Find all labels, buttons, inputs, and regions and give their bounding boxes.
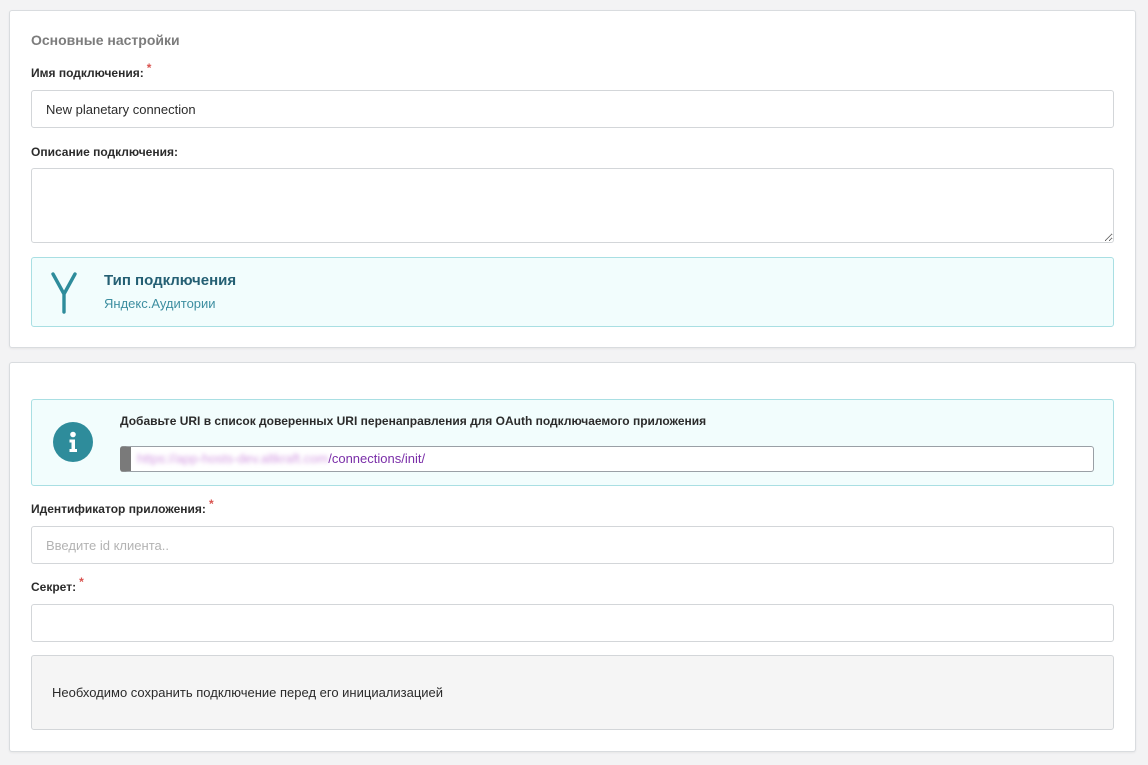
app-id-input[interactable] bbox=[31, 526, 1114, 564]
connection-type-title: Тип подключения bbox=[104, 272, 237, 289]
info-icon bbox=[53, 422, 93, 462]
app-id-label-text: Идентификатор приложения: bbox=[31, 502, 206, 516]
connection-description-label: Описание подключения: bbox=[31, 145, 178, 159]
secret-label-text: Секрет: bbox=[31, 580, 77, 594]
connection-name-label-text: Имя подключения: bbox=[31, 66, 144, 80]
app-id-label: Идентификатор приложения: * bbox=[31, 497, 214, 516]
main-settings-panel: Основные настройки Имя подключения:* Опи… bbox=[9, 10, 1136, 348]
redirect-uri-field[interactable]: https://app-hosts-dev.altkraft.com/conne… bbox=[120, 446, 1094, 472]
secret-label: Секрет: * bbox=[31, 575, 84, 594]
save-notice-text: Необходимо сохранить подключение перед е… bbox=[52, 685, 444, 700]
connection-name-input[interactable] bbox=[31, 90, 1114, 128]
oauth-info-text: Добавьте URI в список доверенных URI пер… bbox=[120, 414, 707, 428]
section-title: Основные настройки bbox=[31, 32, 180, 48]
connection-type-value: Яндекс.Аудитории bbox=[104, 296, 216, 311]
yandex-y-icon bbox=[51, 272, 77, 314]
connection-name-label: Имя подключения: * bbox=[31, 61, 151, 80]
required-marker: * bbox=[146, 61, 152, 75]
required-marker: * bbox=[79, 575, 84, 589]
redirect-uri-host: https://app-hosts-dev.altkraft.com bbox=[137, 451, 329, 466]
secret-input[interactable] bbox=[31, 604, 1114, 642]
required-marker: * bbox=[208, 497, 214, 511]
oauth-settings-panel: Добавьте URI в список доверенных URI пер… bbox=[9, 362, 1136, 752]
connection-type-card: Тип подключения Яндекс.Аудитории bbox=[31, 257, 1114, 327]
redirect-uri-path: /connections/init/ bbox=[328, 451, 426, 466]
oauth-info-box: Добавьте URI в список доверенных URI пер… bbox=[31, 399, 1114, 486]
connection-description-textarea[interactable] bbox=[31, 168, 1114, 243]
save-notice-box: Необходимо сохранить подключение перед е… bbox=[31, 655, 1114, 730]
